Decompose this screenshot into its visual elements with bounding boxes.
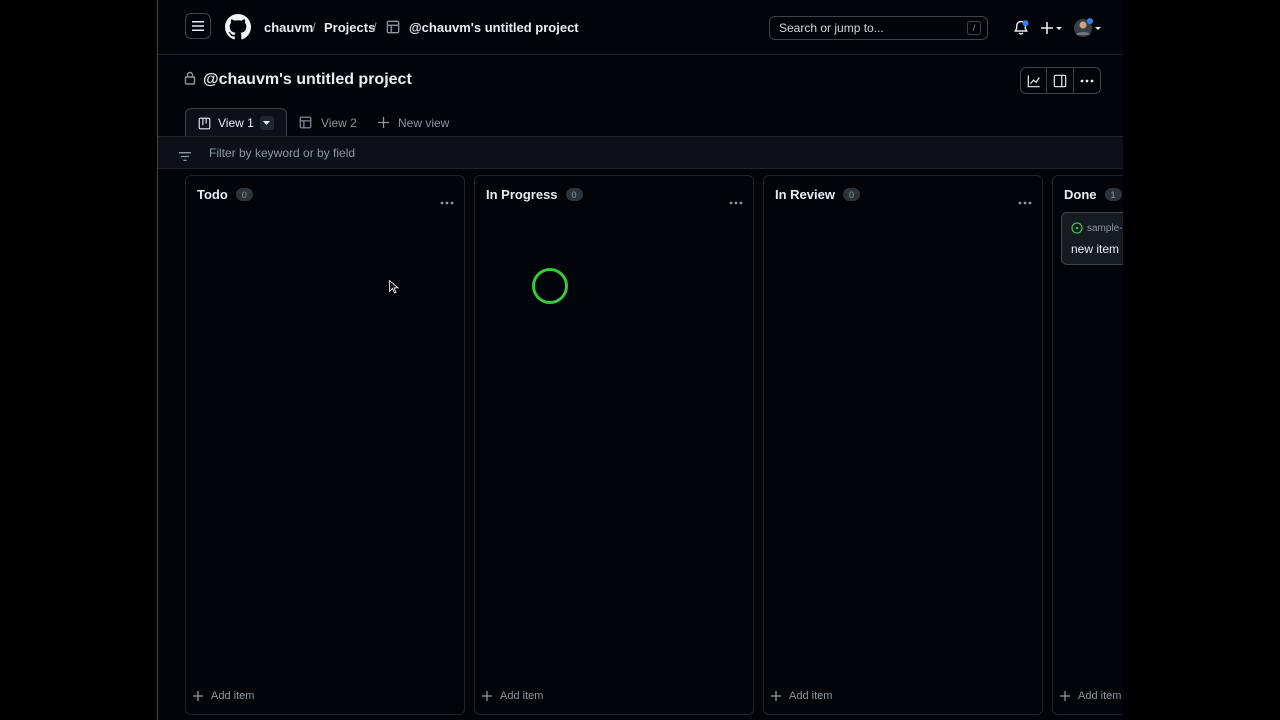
kebab-icon[interactable] [1018,192,1032,210]
project-title-row: @chauvm's untitled project [184,68,412,92]
kebab-icon[interactable] [440,192,454,210]
board-column-in-review: In Review 0 Add item [763,175,1043,715]
add-item-label: Add item [789,690,833,702]
add-item-button[interactable]: Add item [193,690,254,702]
github-logo-icon[interactable] [225,14,251,40]
graph-icon[interactable] [1021,68,1048,93]
search-placeholder: Search or jump to... [779,21,884,35]
add-item-label: Add item [1078,690,1122,702]
project-toolbar [1020,67,1101,94]
column-count: 0 [565,188,583,201]
column-count: 0 [842,188,860,201]
breadcrumb-projects[interactable]: Projects [324,20,375,35]
global-header: chauvm / Projects / @chauvm's untitled p… [158,0,1123,55]
add-item-label: Add item [211,690,255,702]
tab-label: View 1 [218,116,254,130]
chevron-down-icon[interactable] [259,116,274,130]
board-column-in-progress: In Progress 0 Add item [474,175,754,715]
board-column-done: Done 1 sample- new item Add item [1052,175,1123,715]
issue-opened-icon [1071,222,1083,234]
filter-icon [179,148,191,166]
new-view-button[interactable]: New view [378,108,449,137]
add-item-label: Add item [500,690,544,702]
card-title[interactable]: new item [1071,242,1119,256]
column-count: 0 [235,188,253,201]
board-column-todo: Todo 0 Add item [185,175,465,715]
avatar[interactable] [1073,17,1101,44]
board-card[interactable]: sample- new item [1061,212,1123,265]
tab-view-2[interactable]: View 2 [299,108,357,137]
tab-label: View 2 [321,115,357,130]
card-repo-name: sample- [1087,222,1123,234]
mouse-pointer-icon [389,279,400,299]
page-title[interactable]: @chauvm's untitled project [203,71,412,89]
kebab-icon[interactable] [729,192,743,210]
lock-icon [184,71,196,90]
column-title: Todo [197,187,228,202]
search-input[interactable]: Search or jump to... / [769,16,988,40]
table-icon [386,20,400,39]
column-count: 1 [1104,188,1122,201]
filter-bar[interactable]: Filter by keyword or by field [158,137,1123,169]
plus-icon [193,691,203,701]
filter-input[interactable]: Filter by keyword or by field [209,146,355,160]
search-shortcut-key: / [967,21,981,35]
plus-icon[interactable] [1041,20,1063,41]
plus-icon [378,117,389,128]
column-title: Done [1064,187,1097,202]
tab-label: New view [398,115,450,130]
column-title: In Progress [486,187,558,202]
tab-view-1[interactable]: View 1 [185,108,287,137]
add-item-button[interactable]: Add item [771,690,832,702]
breadcrumb-separator: / [312,20,316,35]
project-app: chauvm / Projects / @chauvm's untitled p… [158,0,1123,720]
card-repo: sample- [1071,222,1123,234]
bell-icon[interactable] [1013,20,1029,41]
breadcrumb-separator: / [373,20,377,35]
add-item-button[interactable]: Add item [1060,690,1121,702]
board-icon [198,117,211,130]
plus-icon [482,691,492,701]
add-item-button[interactable]: Add item [482,690,543,702]
breadcrumb-project[interactable]: @chauvm's untitled project [409,20,579,35]
plus-icon [771,691,781,701]
plus-icon [1060,691,1070,701]
table-icon [299,116,312,129]
column-title: In Review [775,187,835,202]
sidebar-icon[interactable] [1047,68,1074,93]
breadcrumb-owner[interactable]: chauvm [264,20,313,35]
cursor-highlight [532,268,568,304]
kebab-icon[interactable] [1074,68,1100,93]
hamburger-icon[interactable] [185,13,211,39]
